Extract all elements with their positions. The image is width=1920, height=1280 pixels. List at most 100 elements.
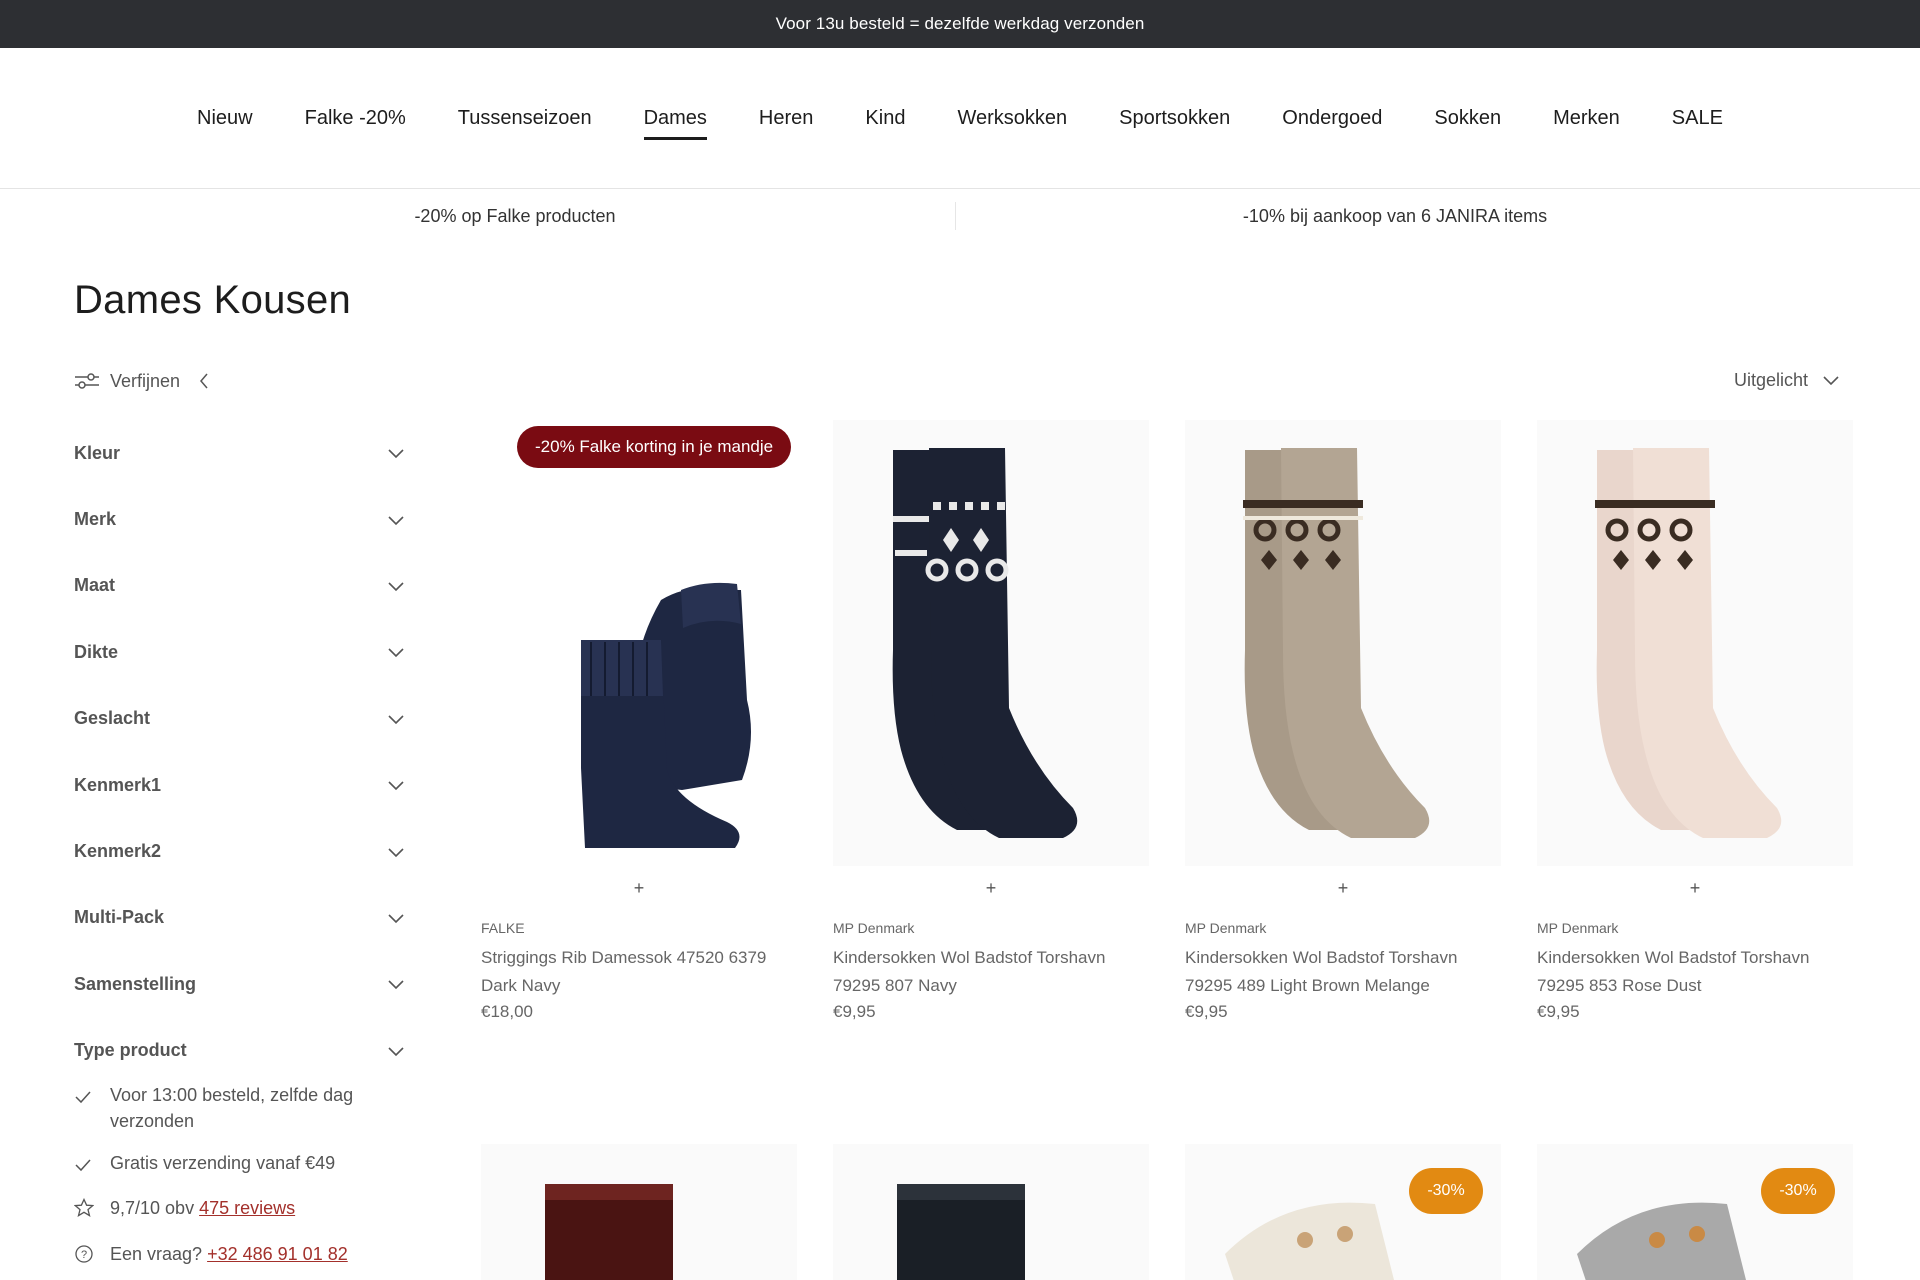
- sliders-icon: [74, 370, 100, 392]
- nav-item-sokken[interactable]: Sokken: [1408, 100, 1527, 136]
- nav-item-sale[interactable]: SALE: [1646, 100, 1749, 136]
- filter-kenmerk1[interactable]: Kenmerk1: [74, 752, 406, 818]
- star-icon: [73, 1195, 96, 1225]
- filter-label: Kleur: [74, 442, 121, 463]
- product-card[interactable]: + MP Denmark Kindersokken Wol Badstof To…: [1537, 420, 1853, 1022]
- chevron-down-icon: [388, 914, 404, 924]
- discount-badge: -30%: [1409, 1168, 1483, 1214]
- product-card[interactable]: + MP Denmark Kindersokken Wol Badstof To…: [833, 420, 1149, 1022]
- filter-label: Type product: [74, 1040, 187, 1061]
- usp-text: Voor 13:00 besteld, zelfde dag verzonden: [110, 1085, 354, 1131]
- chevron-down-icon: [388, 781, 404, 791]
- product-price: €9,95: [833, 1002, 876, 1021]
- filter-label: Maat: [74, 575, 116, 596]
- chevron-down-icon: [388, 449, 404, 459]
- chevron-down-icon: [388, 1047, 404, 1056]
- nav-item-dames[interactable]: Dames: [618, 100, 733, 140]
- product-brand: MP Denmark: [1537, 920, 1619, 936]
- quick-add-button[interactable]: +: [833, 878, 1149, 898]
- nav-item-tussenseizoen[interactable]: Tussenseizoen: [432, 100, 618, 136]
- page-title: Dames Kousen: [74, 278, 352, 322]
- svg-text:?: ?: [81, 1249, 87, 1261]
- product-image[interactable]: [481, 1144, 797, 1280]
- promo-falke[interactable]: -20% op Falke producten: [0, 206, 1030, 227]
- sort-label: Uitgelicht: [1733, 370, 1808, 390]
- product-card[interactable]: -30%: [1537, 1144, 1853, 1280]
- filter-dikte[interactable]: Dikte: [74, 619, 406, 685]
- product-card[interactable]: [481, 1144, 797, 1280]
- filter-label: Geslacht: [74, 708, 151, 729]
- nav-item-sportsokken[interactable]: Sportsokken: [1093, 100, 1256, 136]
- filter-label: Kenmerk2: [74, 841, 162, 862]
- product-card[interactable]: [833, 1144, 1149, 1280]
- promo-strip: -20% op Falke producten -10% bij aankoop…: [0, 190, 1920, 242]
- usp-rating: 9,7/10 obv 475 reviews: [73, 1195, 394, 1225]
- product-price: €9,95: [1537, 1002, 1580, 1021]
- product-brand: MP Denmark: [1185, 920, 1267, 936]
- check-icon: [74, 1082, 96, 1134]
- filter-maat[interactable]: Maat: [74, 553, 406, 619]
- filter-list: Kleur Merk Maat Dikte Geslacht Kenmerk1 …: [74, 420, 406, 1084]
- chevron-down-icon: [388, 980, 404, 990]
- nav-item-heren[interactable]: Heren: [733, 100, 839, 136]
- announcement-bar: Voor 13u besteld = dezelfde werkdag verz…: [0, 0, 1920, 48]
- product-image[interactable]: [1185, 420, 1501, 866]
- chevron-down-icon: [388, 715, 404, 724]
- rating-text: 9,7/10 obv: [110, 1198, 195, 1218]
- filter-geslacht[interactable]: Geslacht: [74, 686, 406, 752]
- quick-add-button[interactable]: +: [1185, 878, 1501, 898]
- sort-select[interactable]: Uitgelicht: [1734, 370, 1840, 391]
- product-card[interactable]: -30%: [1185, 1144, 1501, 1280]
- filter-label: Merk: [74, 509, 117, 530]
- chevron-down-icon: [388, 516, 404, 525]
- product-name[interactable]: Kindersokken Wol Badstof Torshavn 79295 …: [1185, 944, 1501, 1000]
- nav-item-ondergoed[interactable]: Ondergoed: [1256, 100, 1408, 136]
- chevron-left-icon[interactable]: [198, 372, 210, 390]
- product-image[interactable]: [833, 1144, 1149, 1280]
- filter-label: Dikte: [74, 641, 119, 662]
- product-name[interactable]: Striggings Rib Damessok 47520 6379 Dark …: [481, 944, 797, 1000]
- main-nav: Nieuw Falke -20% Tussenseizoen Dames Her…: [0, 48, 1920, 189]
- filter-merk[interactable]: Merk: [74, 486, 406, 552]
- product-image[interactable]: [481, 420, 797, 866]
- filter-type-product[interactable]: Type product: [74, 1018, 406, 1084]
- product-card[interactable]: + MP Denmark Kindersokken Wol Badstof To…: [1185, 420, 1501, 1022]
- product-name[interactable]: Kindersokken Wol Badstof Torshavn 79295 …: [1537, 944, 1853, 1000]
- chevron-down-icon: [388, 847, 404, 857]
- product-image[interactable]: [1537, 420, 1853, 866]
- usp-question: ? Een vraag? +32 486 91 01 82: [74, 1241, 394, 1271]
- usp-text: Gratis verzending vanaf €49: [110, 1153, 336, 1173]
- nav-item-merken[interactable]: Merken: [1527, 100, 1646, 136]
- question-text: Een vraag?: [110, 1244, 203, 1264]
- promo-badge: -20% Falke korting in je mandje: [517, 426, 792, 468]
- filter-kleur[interactable]: Kleur: [74, 420, 406, 486]
- product-name[interactable]: Kindersokken Wol Badstof Torshavn 79295 …: [833, 944, 1149, 1000]
- nav-item-kind[interactable]: Kind: [839, 100, 931, 136]
- nav-item-werksokken[interactable]: Werksokken: [931, 100, 1093, 136]
- check-icon: [74, 1150, 96, 1179]
- product-card[interactable]: -20% Falke korting in je mandje + FALKE …: [481, 420, 797, 1022]
- product-price: €9,95: [1185, 1002, 1228, 1021]
- filter-samenstelling[interactable]: Samenstelling: [74, 951, 406, 1017]
- filter-multi-pack[interactable]: Multi-Pack: [74, 885, 406, 951]
- discount-badge: -30%: [1761, 1168, 1835, 1214]
- nav-item-falke[interactable]: Falke -20%: [279, 100, 432, 136]
- usp-free-shipping: Gratis verzending vanaf €49: [74, 1150, 394, 1179]
- product-brand: MP Denmark: [833, 920, 915, 936]
- filter-label: Kenmerk1: [74, 774, 162, 795]
- chevron-down-icon: [388, 582, 404, 592]
- promo-janira[interactable]: -10% bij aankoop van 6 JANIRA items: [955, 206, 1835, 227]
- filter-kenmerk2[interactable]: Kenmerk2: [74, 818, 406, 884]
- product-price: €18,00: [481, 1002, 533, 1021]
- quick-add-button[interactable]: +: [1537, 878, 1853, 898]
- announcement-text: Voor 13u besteld = dezelfde werkdag verz…: [775, 14, 1145, 33]
- question-circle-icon: ?: [74, 1241, 96, 1271]
- product-image[interactable]: [833, 420, 1149, 866]
- reviews-link[interactable]: 475 reviews: [199, 1198, 295, 1218]
- quick-add-button[interactable]: +: [481, 878, 797, 898]
- phone-link[interactable]: +32 486 91 01 82: [207, 1244, 348, 1264]
- nav-item-nieuw[interactable]: Nieuw: [171, 100, 279, 136]
- refine-toggle[interactable]: Verfijnen: [74, 370, 210, 392]
- filter-label: Samenstelling: [74, 973, 197, 994]
- usp-list: Voor 13:00 besteld, zelfde dag verzonden…: [73, 1082, 394, 1280]
